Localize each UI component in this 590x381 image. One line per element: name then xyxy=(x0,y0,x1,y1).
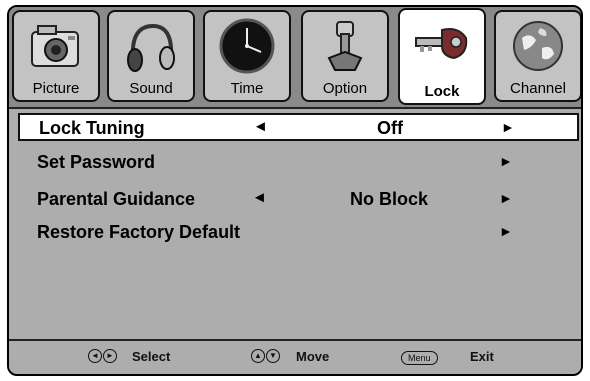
tab-label: Lock xyxy=(424,83,460,100)
tab-label: Sound xyxy=(129,80,173,97)
tab-bar: Picture Sound Time Option Lock Channel xyxy=(9,7,581,109)
wrench-icon xyxy=(327,21,363,71)
tab-time[interactable]: Time xyxy=(203,10,291,102)
menu-item-label: Restore Factory Default xyxy=(37,222,241,242)
footer-help-bar: ◄ ► Select ▲ ▼ Move Menu Exit xyxy=(9,339,581,374)
select-hint: Select xyxy=(132,349,171,364)
menu-item-lock-tuning[interactable]: Lock Tuning ◄ Off ► xyxy=(18,113,579,141)
left-arrow-icon[interactable]: ◄ xyxy=(253,118,268,135)
right-arrow-icon[interactable]: ► xyxy=(499,153,513,169)
headphones-icon xyxy=(127,23,175,72)
clock-icon xyxy=(219,18,275,74)
tab-label: Picture xyxy=(32,80,80,97)
right-arrow-icon[interactable]: ► xyxy=(499,190,513,206)
tab-option[interactable]: Option xyxy=(301,10,389,102)
right-arrow-icon[interactable]: ► xyxy=(499,223,513,239)
left-right-keys-icon: ◄ ► xyxy=(88,349,118,363)
menu-item-restore-factory-default[interactable]: Restore Factory Default ► xyxy=(19,219,569,247)
tv-osd-menu: Picture Sound Time Option Lock Channel L… xyxy=(7,5,583,376)
tab-lock[interactable]: Lock xyxy=(398,8,486,105)
tab-picture[interactable]: Picture xyxy=(12,10,100,102)
tab-channel[interactable]: Channel xyxy=(494,10,581,102)
tab-label: Channel xyxy=(510,80,566,97)
key-lock-icon xyxy=(415,28,468,60)
tab-label: Option xyxy=(322,80,368,97)
left-arrow-icon[interactable]: ◄ xyxy=(252,189,267,206)
menu-key-icon: Menu xyxy=(401,349,438,365)
camera-icon xyxy=(31,25,79,67)
menu-item-label: Parental Guidance xyxy=(37,189,196,209)
globe-icon xyxy=(513,21,563,71)
exit-hint: Exit xyxy=(470,349,494,364)
menu-item-label: Lock Tuning xyxy=(39,118,145,138)
menu-item-value: Off xyxy=(377,118,403,138)
menu-item-label: Set Password xyxy=(37,152,156,172)
move-hint: Move xyxy=(296,349,330,364)
right-arrow-icon[interactable]: ► xyxy=(501,119,515,135)
menu-key-label: Menu xyxy=(401,351,438,365)
up-down-keys-icon: ▲ ▼ xyxy=(251,349,281,363)
tab-sound[interactable]: Sound xyxy=(107,10,195,102)
menu-item-value: No Block xyxy=(349,189,428,209)
menu-item-parental-guidance[interactable]: Parental Guidance ◄ No Block ► xyxy=(19,186,569,214)
menu-item-set-password[interactable]: Set Password ► xyxy=(19,149,569,177)
tab-label: Time xyxy=(230,80,264,97)
